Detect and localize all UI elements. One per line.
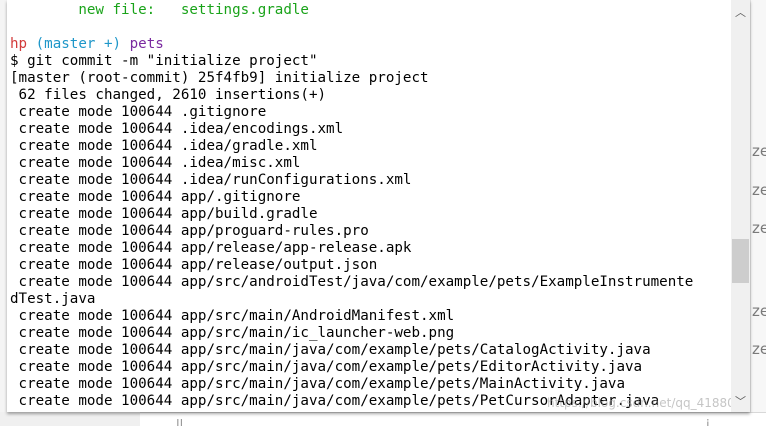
chevron-up-icon[interactable]: ︿ bbox=[731, 3, 750, 20]
background-text-fragment: ll bbox=[176, 418, 184, 426]
output-line: create mode 100644 .idea/runConfiguratio… bbox=[10, 172, 412, 188]
output-line: create mode 100644 app/src/androidTest/j… bbox=[10, 274, 694, 290]
background-text-fragment: i bbox=[706, 418, 710, 426]
background-window-bottom-left bbox=[0, 412, 140, 426]
background-text-fragment: ze bbox=[752, 340, 766, 358]
terminal-output[interactable]: new file: settings.gradle hp (master +) … bbox=[7, 0, 731, 412]
output-line: create mode 100644 app/src/main/AndroidM… bbox=[10, 308, 455, 324]
output-line: create mode 100644 app/release/app-relea… bbox=[10, 240, 412, 256]
prompt-header: hp (master +) pets bbox=[10, 36, 164, 53]
output-line: [master (root-commit) 25f4fb9] initializ… bbox=[10, 70, 429, 86]
watermark: https://blog.csdn.net/qq_41880022 bbox=[547, 396, 731, 410]
background-window bbox=[750, 0, 766, 426]
output-line: create mode 100644 app/proguard-rules.pr… bbox=[10, 223, 369, 239]
background-text-fragment: ze bbox=[752, 181, 766, 199]
output-line: create mode 100644 app/src/main/java/com… bbox=[10, 376, 625, 392]
output-line: create mode 100644 app/release/output.js… bbox=[10, 257, 378, 273]
output-line: create mode 100644 app/build.gradle bbox=[10, 206, 318, 222]
prompt-directory: pets bbox=[129, 36, 164, 52]
output-line: create mode 100644 app/src/main/java/com… bbox=[10, 342, 651, 358]
output-line: 62 files changed, 2610 insertions(+) bbox=[10, 87, 327, 103]
chevron-down-icon[interactable]: ﹀ bbox=[731, 392, 750, 409]
terminal-window[interactable]: new file: settings.gradle hp (master +) … bbox=[7, 0, 750, 412]
prompt-symbol: $ bbox=[10, 53, 19, 69]
output-line: create mode 100644 app/.gitignore bbox=[10, 189, 301, 205]
status-label: new file: bbox=[78, 2, 156, 18]
status-file: settings.gradle bbox=[180, 2, 309, 18]
prompt-user: hp bbox=[10, 36, 28, 52]
status-line: new file: settings.gradle bbox=[10, 2, 309, 19]
command-text: git commit -m "initialize project" bbox=[27, 53, 318, 69]
prompt-branch: (master +) bbox=[35, 36, 122, 52]
output-line: create mode 100644 .gitignore bbox=[10, 104, 267, 120]
background-text-fragment: ze bbox=[752, 142, 766, 160]
output-line: create mode 100644 .idea/misc.xml bbox=[10, 155, 301, 171]
output-line: create mode 100644 app/src/main/ic_launc… bbox=[10, 325, 455, 341]
background-text-fragment: ze bbox=[752, 219, 766, 237]
background-text-fragment: ze bbox=[752, 302, 766, 320]
output-line: create mode 100644 app/src/main/java/com… bbox=[10, 359, 643, 375]
desktop: ze ze ze ze ze ll i new file: settings.g… bbox=[0, 0, 766, 426]
output-line: create mode 100644 .idea/gradle.xml bbox=[10, 138, 318, 154]
vertical-scrollbar[interactable]: ︿ ﹀ bbox=[731, 0, 750, 412]
background-window-bottom bbox=[140, 412, 766, 426]
output-line: dTest.java bbox=[10, 291, 96, 307]
command-line[interactable]: $ git commit -m "initialize project" bbox=[10, 53, 318, 70]
output-line: create mode 100644 .idea/encodings.xml bbox=[10, 121, 344, 137]
scrollbar-thumb[interactable] bbox=[732, 239, 749, 283]
